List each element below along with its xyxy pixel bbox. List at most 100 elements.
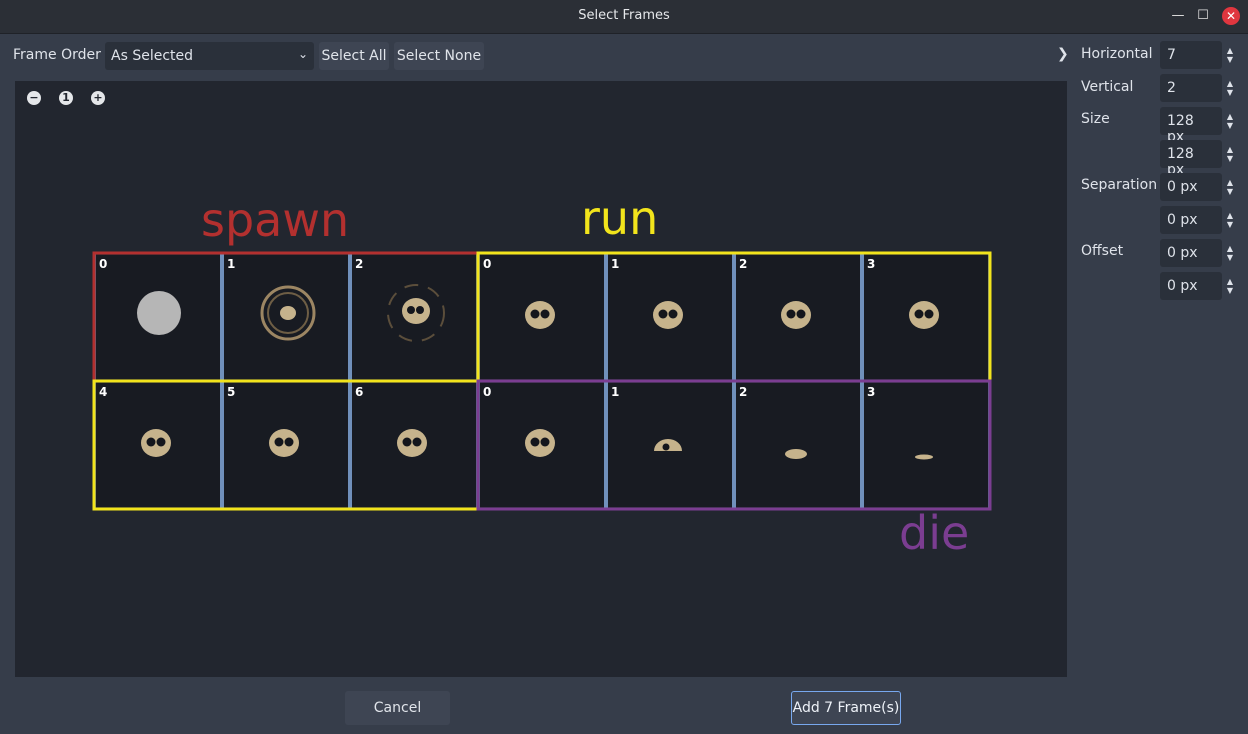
close-icon[interactable]: ✕ — [1222, 7, 1240, 25]
spin-arrows-icon[interactable]: ▲ ▼ — [1224, 173, 1236, 201]
frame-number: 2 — [739, 257, 747, 271]
separation-x-input[interactable]: 0 px — [1160, 173, 1222, 201]
separation-y-input[interactable]: 0 px — [1160, 206, 1222, 234]
frame-cell[interactable]: 5 — [222, 381, 350, 509]
frame-number: 2 — [355, 257, 363, 271]
skull-eye — [402, 437, 412, 447]
frame-cell[interactable]: 2 — [734, 253, 862, 381]
size-width-input[interactable]: 128 px — [1160, 107, 1222, 145]
frame-cell-bg — [864, 383, 988, 507]
skull-sprite — [269, 429, 299, 457]
texture-canvas[interactable]: − 1 + spawn run die 01201234560123 — [15, 81, 1067, 677]
chevron-down-icon: ⌄ — [297, 47, 308, 61]
frame-cell[interactable]: 3 — [862, 253, 990, 381]
skull-eye — [274, 437, 284, 447]
spin-arrows-icon[interactable]: ▲ ▼ — [1224, 272, 1236, 300]
frame-cell[interactable]: 2 — [350, 253, 478, 381]
offset-label: Offset — [1081, 243, 1124, 259]
maximize-icon[interactable]: ☐ — [1195, 8, 1211, 24]
frame-cell[interactable]: 2 — [734, 381, 862, 509]
frame-cell[interactable]: 1 — [606, 253, 734, 381]
window-title: Select Frames — [578, 8, 670, 23]
skull-sprite — [525, 301, 555, 329]
skull-eye — [540, 309, 550, 319]
skull-eye — [416, 306, 424, 314]
title-bar: Select Frames — ☐ ✕ — [0, 0, 1248, 34]
vertical-label: Vertical — [1081, 79, 1134, 95]
collapse-panel-icon[interactable]: ❯ — [1057, 46, 1069, 62]
skull-eye — [786, 309, 796, 319]
skull-eye — [284, 437, 294, 447]
annotation-spawn: spawn — [201, 193, 349, 247]
skull-sprite — [653, 301, 683, 329]
offset-x-input[interactable]: 0 px — [1160, 239, 1222, 267]
frame-number: 3 — [867, 385, 875, 399]
skull-eye — [146, 437, 156, 447]
spin-arrows-icon[interactable]: ▲ ▼ — [1224, 140, 1236, 168]
skull-sprite — [397, 429, 427, 457]
skull-eye — [540, 437, 550, 447]
add-frames-button[interactable]: Add 7 Frame(s) — [791, 691, 901, 725]
minimize-icon[interactable]: — — [1170, 8, 1186, 24]
skull-sprite — [402, 298, 430, 324]
frame-cell-bg — [736, 383, 860, 507]
blob-sprite — [785, 449, 807, 459]
skull-eye — [156, 437, 166, 447]
select-none-button[interactable]: Select None — [394, 42, 484, 70]
horizontal-input[interactable]: 7 — [1160, 41, 1222, 69]
frame-number: 0 — [483, 385, 491, 399]
spin-arrows-icon[interactable]: ▲ ▼ — [1224, 107, 1236, 135]
spin-arrows-icon[interactable]: ▲ ▼ — [1224, 206, 1236, 234]
frame-cell[interactable]: 1 — [222, 253, 350, 381]
horizontal-label: Horizontal — [1081, 46, 1153, 62]
frame-number: 5 — [227, 385, 235, 399]
skull-eye — [668, 309, 678, 319]
annotation-run: run — [581, 191, 658, 245]
frame-number: 1 — [611, 385, 619, 399]
frame-cell[interactable]: 4 — [94, 381, 222, 509]
frame-number: 1 — [227, 257, 235, 271]
skull-sprite — [781, 301, 811, 329]
size-height-input[interactable]: 128 px — [1160, 140, 1222, 178]
vertical-input[interactable]: 2 — [1160, 74, 1222, 102]
frame-order-label: Frame Order — [13, 47, 101, 63]
skull-eye — [412, 437, 422, 447]
skull-eye — [530, 309, 540, 319]
frame-order-value: As Selected — [111, 48, 194, 64]
frame-cell[interactable]: 0 — [478, 381, 606, 509]
skull-sprite — [141, 429, 171, 457]
skull-eye — [662, 443, 670, 451]
circle-sprite — [137, 291, 181, 335]
frame-number: 6 — [355, 385, 363, 399]
cancel-button[interactable]: Cancel — [345, 691, 450, 725]
select-all-button[interactable]: Select All — [319, 42, 389, 70]
skull-eye — [530, 437, 540, 447]
blob-sprite — [915, 454, 933, 460]
frame-number: 0 — [483, 257, 491, 271]
frame-cell[interactable]: 6 — [350, 381, 478, 509]
sprite-sheet[interactable]: spawn run die 0 1 2 0 1 2 3 4 5 6 0 1 2 3 — [15, 81, 1067, 677]
annotation-die: die — [899, 506, 969, 560]
spin-arrows-icon[interactable]: ▲ ▼ — [1224, 41, 1236, 69]
skull-sprite — [280, 306, 296, 320]
separation-label: Separation — [1081, 177, 1158, 193]
frame-number: 2 — [739, 385, 747, 399]
frame-cell[interactable]: 3 — [862, 381, 990, 509]
skull-eye — [658, 309, 668, 319]
skull-eye — [914, 309, 924, 319]
frame-number: 0 — [99, 257, 107, 271]
frame-cell[interactable]: 0 — [478, 253, 606, 381]
frame-cell[interactable]: 0 — [94, 253, 222, 381]
skull-sprite — [525, 429, 555, 457]
frame-number: 1 — [611, 257, 619, 271]
size-label: Size — [1081, 111, 1110, 127]
offset-y-input[interactable]: 0 px — [1160, 272, 1222, 300]
frame-order-select[interactable]: As Selected ⌄ — [105, 42, 314, 70]
skull-sprite — [909, 301, 939, 329]
frame-number: 3 — [867, 257, 875, 271]
skull-eye — [407, 306, 415, 314]
frame-cell[interactable]: 1 — [606, 381, 734, 509]
skull-eye — [796, 309, 806, 319]
spin-arrows-icon[interactable]: ▲ ▼ — [1224, 239, 1236, 267]
spin-arrows-icon[interactable]: ▲ ▼ — [1224, 74, 1236, 102]
